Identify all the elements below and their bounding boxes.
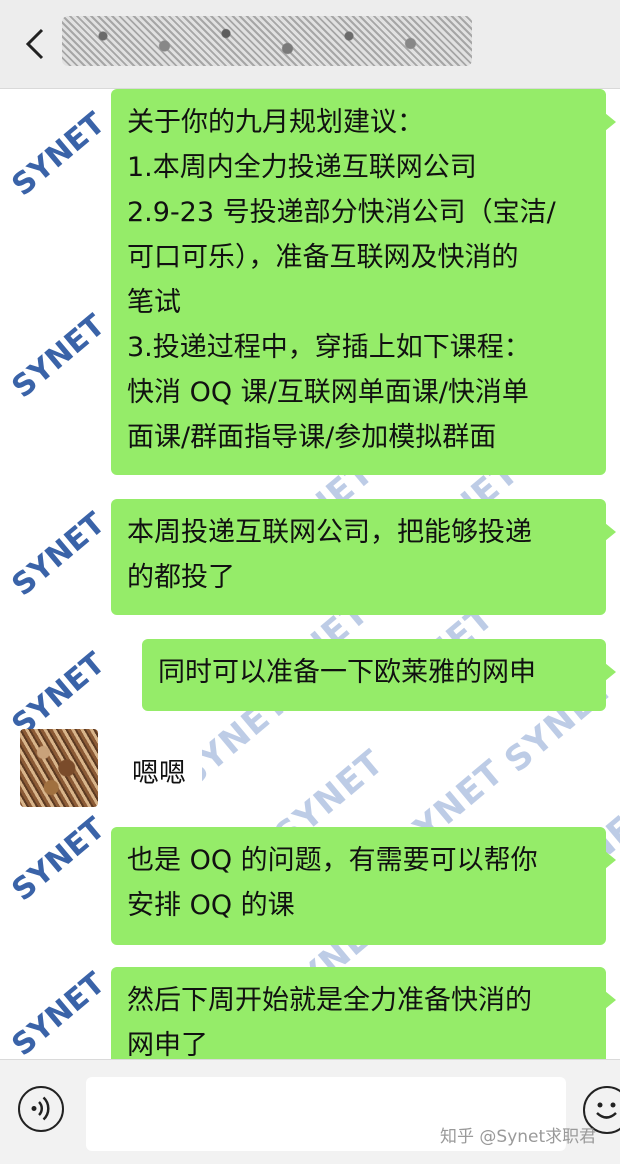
message-line: 安排 OQ 的课 (127, 890, 295, 921)
chat-header (0, 0, 620, 89)
message-line: 1.本周内全力投递互联网公司 (127, 152, 477, 183)
message-line: 网申了 (127, 1030, 208, 1059)
incoming-message-bubble[interactable]: 嗯嗯 (116, 737, 202, 810)
message-line: 笔试 (127, 287, 181, 318)
voice-button[interactable] (18, 1086, 64, 1132)
message-line: 关于你的九月规划建议： (127, 107, 424, 138)
message-bubble[interactable]: 关于你的九月规划建议： 1.本周内全力投递互联网公司 2.9-23 号投递部分快… (111, 89, 616, 475)
message-line: 快消 OQ 课/互联网单面课/快消单 (127, 377, 529, 408)
advisor-avatar[interactable]: SYNET (6, 965, 112, 1059)
source-watermark: 知乎 @Synet求职君 (440, 1127, 597, 1147)
chat-title-blurred (62, 16, 472, 66)
message-line: 同时可以准备一下欧莱雅的网申 (158, 657, 536, 688)
message-bubble[interactable]: 同时可以准备一下欧莱雅的网申 (142, 639, 616, 711)
input-bar: 知乎 @Synet求职君 (0, 1059, 620, 1164)
message-bubble[interactable]: 本周投递互联网公司，把能够投递 的都投了 (111, 499, 616, 615)
back-button[interactable] (18, 22, 58, 66)
message-line: 面课/群面指导课/参加模拟群面 (127, 422, 497, 453)
message-line: 本周投递互联网公司，把能够投递 (127, 517, 532, 548)
synet-logo: SYNET (5, 645, 113, 743)
message-line: 也是 OQ 的问题，有需要可以帮你 (127, 845, 538, 876)
advisor-avatar[interactable]: SYNET (6, 505, 112, 602)
user-avatar[interactable] (20, 729, 98, 807)
message-list[interactable]: SYNET SYNET SYNET SYNET SYNET SYNET SYNE… (0, 89, 620, 1059)
synet-logo: SYNET (5, 965, 113, 1059)
synet-logo: SYNET (5, 810, 113, 908)
advisor-avatar[interactable]: SYNET (6, 810, 112, 907)
message-line: 然后下周开始就是全力准备快消的 (127, 985, 532, 1016)
synet-logo: SYNET (5, 105, 113, 203)
message-line: 2.9-23 号投递部分快消公司（宝洁/ (127, 197, 556, 228)
message-bubble[interactable]: 也是 OQ 的问题，有需要可以帮你 安排 OQ 的课 (111, 827, 616, 945)
message-bubble[interactable]: 然后下周开始就是全力准备快消的 网申了 (111, 967, 616, 1059)
advisor-avatar[interactable]: SYNET (6, 645, 112, 742)
message-line: 可口可乐），准备互联网及快消的 (127, 242, 519, 273)
voice-icon (31, 1096, 50, 1121)
synet-logo: SYNET (5, 307, 113, 405)
synet-logo: SYNET (5, 505, 113, 603)
advisor-avatar[interactable]: SYNET (6, 307, 112, 404)
chevron-left-icon (25, 28, 44, 60)
message-line: 的都投了 (127, 562, 235, 593)
advisor-avatar[interactable]: SYNET (6, 105, 112, 202)
message-line: 3.投递过程中，穿插上如下课程： (127, 332, 531, 363)
